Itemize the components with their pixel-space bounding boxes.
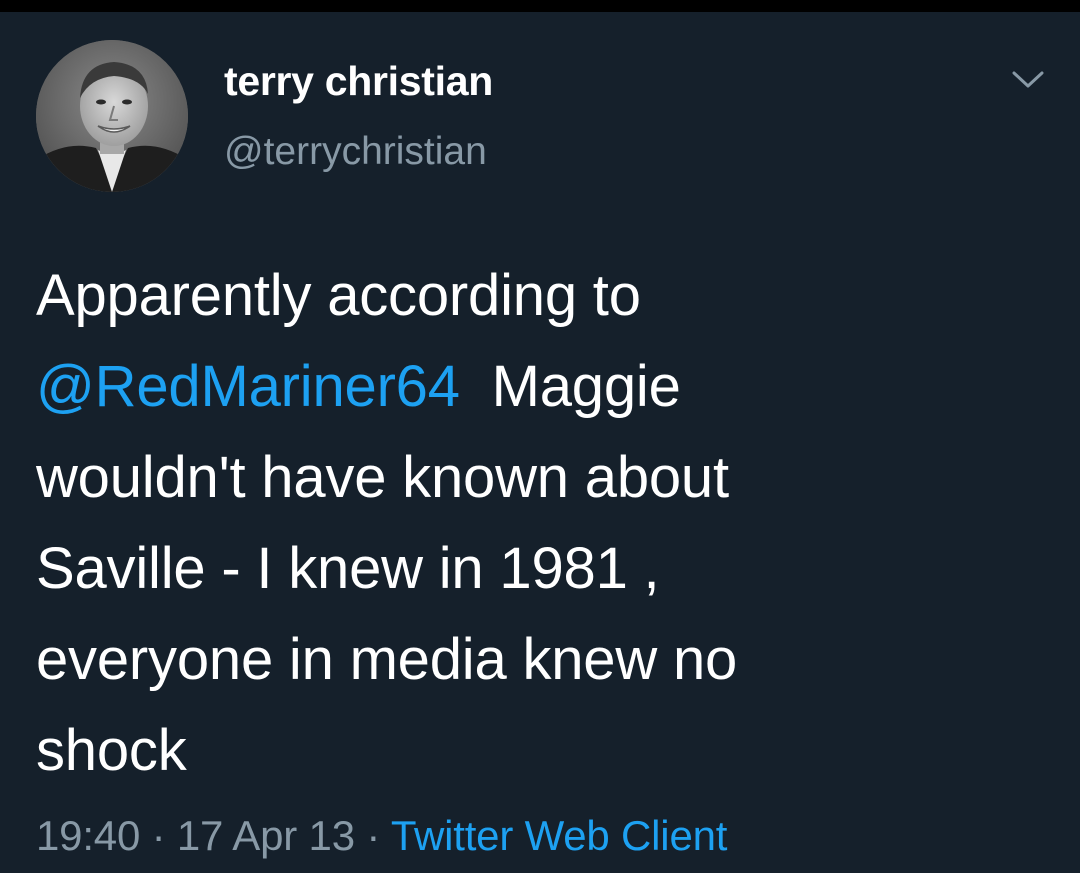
top-bar	[0, 0, 1080, 12]
author-handle[interactable]: @terrychristian	[224, 130, 487, 174]
tweet-metadata: 19:40 · 17 Apr 13 · Twitter Web Client	[36, 812, 727, 860]
separator: ·	[354, 812, 391, 859]
tweet-source-link[interactable]: Twitter Web Client	[391, 812, 728, 859]
chevron-down-icon[interactable]	[1010, 68, 1046, 92]
tweet-text-line: wouldn't have known about	[36, 445, 729, 510]
author-name[interactable]: terry christian	[224, 58, 493, 105]
tweet-text: Apparently according to @RedMariner64 Ma…	[36, 250, 1046, 796]
tweet-text-line: Apparently according to	[36, 263, 641, 328]
tweet-date[interactable]: 17 Apr 13	[177, 812, 355, 859]
tweet-text-line: shock	[36, 718, 187, 783]
tweet-time[interactable]: 19:40	[36, 812, 140, 859]
tweet-text-line: @RedMariner64 Maggie	[36, 341, 1046, 432]
mention-link[interactable]: @RedMariner64	[36, 354, 460, 419]
tweet-screenshot: terry christian @terrychristian Apparent…	[0, 0, 1080, 873]
profile-photo-icon	[36, 40, 188, 192]
avatar[interactable]	[36, 40, 188, 192]
separator: ·	[140, 812, 177, 859]
tweet-text-line: Saville - I knew in 1981 ,	[36, 536, 660, 601]
tweet-text-line: everyone in media knew no	[36, 627, 738, 692]
tweet-text-fragment: Maggie	[459, 354, 681, 419]
